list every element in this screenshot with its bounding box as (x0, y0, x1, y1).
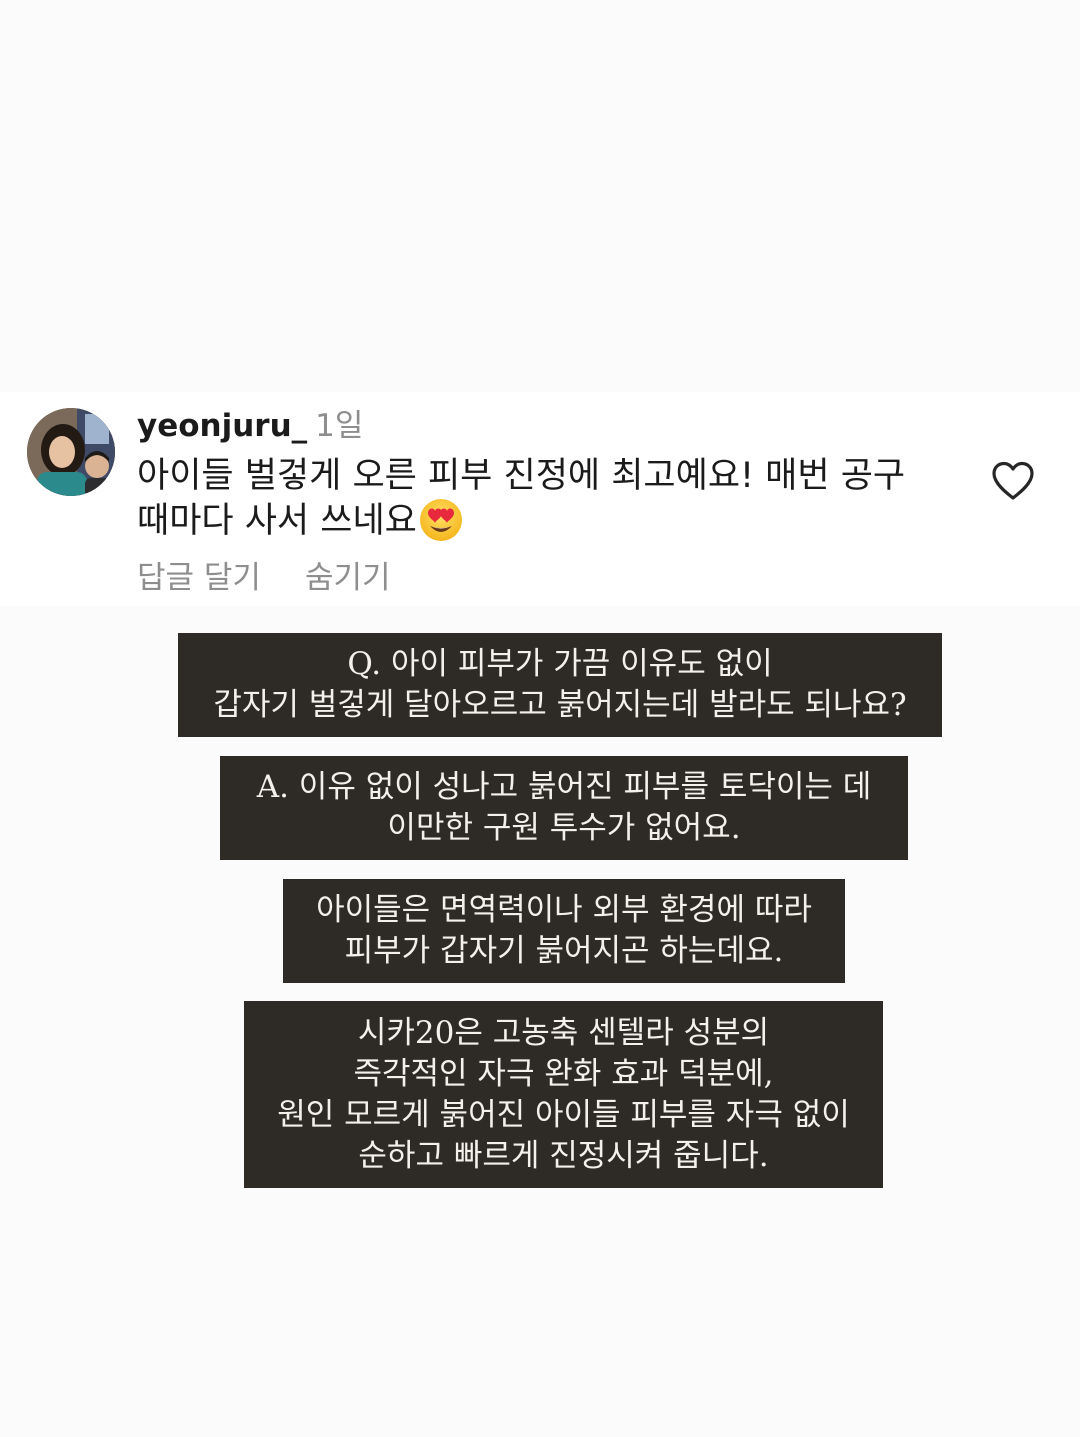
reply-button[interactable]: 답글 달기 (137, 560, 261, 596)
heart-eyes-emoji (419, 499, 462, 541)
caption-answer: A. 이유 없이 성나고 붉어진 피부를 토닥이는 데 이만한 구원 투수가 없… (220, 756, 908, 860)
comment-card: yeonjuru_ 1일 아이들 벌겋게 오른 피부 진정에 최고예요! 매번 공… (0, 392, 1080, 606)
comment-body: 아이들 벌겋게 오른 피부 진정에 최고예요! 매번 공구 때마다 사서 쓰네요 (137, 454, 937, 543)
caption-line: 아이들은 면역력이나 외부 환경에 따라 (316, 892, 812, 928)
caption-line: 원인 모르게 붉어진 아이들 피부를 자극 없이 (277, 1096, 850, 1133)
caption-product-benefit: 시카20은 고농축 센텔라 성분의 즉각적인 자극 완화 효과 덕분에, 원인 … (244, 1001, 883, 1188)
caption-line: 이만한 구원 투수가 없어요. (387, 810, 741, 846)
comment-meta: yeonjuru_ 1일 (137, 406, 363, 446)
hide-button[interactable]: 숨기기 (305, 560, 391, 596)
caption-line: 갑자기 벌겋게 달아오르고 붉어지는데 발라도 되나요? (213, 687, 907, 723)
caption-line: 시카20은 고농축 센텔라 성분의 (357, 1014, 770, 1051)
comment-actions: 답글 달기 숨기기 (137, 558, 391, 598)
comment-time: 1일 (315, 408, 364, 444)
avatar-photo (27, 408, 115, 496)
heart-outline-icon (992, 461, 1034, 500)
caption-line: A. 이유 없이 성나고 붉어진 피부를 토닥이는 데 (256, 769, 872, 805)
caption-line: 피부가 갑자기 붉어지곤 하는데요. (344, 933, 784, 969)
caption-line: Q. 아이 피부가 가끔 이유도 없이 (347, 646, 773, 682)
username[interactable]: yeonjuru_ (137, 408, 307, 444)
comment-text: 아이들 벌겋게 오른 피부 진정에 최고예요! 매번 공구 때마다 사서 쓰네요 (137, 456, 906, 541)
like-button[interactable] (990, 460, 1036, 502)
caption-explanation: 아이들은 면역력이나 외부 환경에 따라 피부가 갑자기 붉어지곤 하는데요. (283, 879, 845, 983)
avatar[interactable] (27, 408, 115, 496)
caption-question: Q. 아이 피부가 가끔 이유도 없이 갑자기 벌겋게 달아오르고 붉어지는데 … (178, 633, 942, 737)
caption-line: 순하고 빠르게 진정시켜 줍니다. (358, 1137, 769, 1174)
caption-line: 즉각적인 자극 완화 효과 덕분에, (353, 1055, 774, 1092)
